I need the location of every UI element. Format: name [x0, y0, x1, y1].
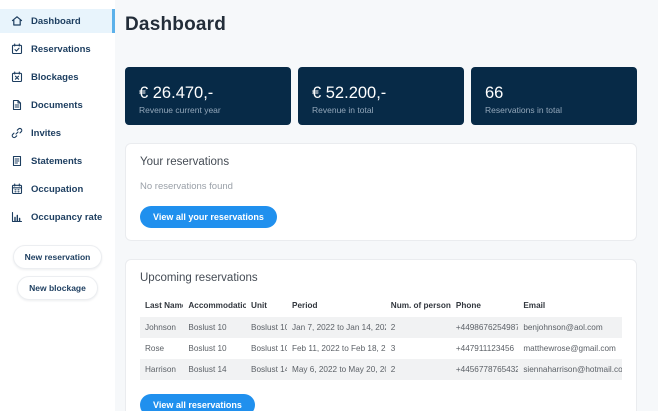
sidebar-item-reservations[interactable]: Reservations: [0, 37, 115, 61]
table-cell: Boslust 14: [246, 359, 287, 380]
stat-card-revenue-current-year: € 26.470,- Revenue current year: [125, 67, 291, 125]
new-blockage-button[interactable]: New blockage: [17, 276, 98, 300]
table-cell: Jan 7, 2022 to Jan 14, 2022: [287, 317, 386, 338]
table-cell: +4456778765432: [451, 359, 518, 380]
your-reservations-panel: Your reservations No reservations found …: [125, 143, 637, 241]
table-cell: Harrison: [140, 359, 183, 380]
your-reservations-title: Your reservations: [140, 156, 622, 168]
document-icon: [11, 99, 23, 111]
table-cell: Johnson: [140, 317, 183, 338]
view-all-reservations-button[interactable]: View all reservations: [140, 394, 255, 411]
stat-label: Reservations in total: [485, 105, 623, 115]
sidebar-item-label: Documents: [31, 100, 83, 111]
stat-value: € 52.200,-: [312, 84, 450, 102]
stat-value: € 26.470,-: [139, 84, 277, 102]
table-cell: matthewrose@gmail.com: [518, 338, 622, 359]
sidebar-item-label: Occupancy rate: [31, 212, 102, 223]
no-reservations-message: No reservations found: [140, 181, 622, 192]
sidebar-item-label: Statements: [31, 156, 82, 167]
sidebar-item-label: Invites: [31, 128, 61, 139]
sidebar-quick-actions: New reservation New blockage: [0, 245, 115, 300]
upcoming-reservations-title: Upcoming reservations: [140, 272, 622, 284]
sidebar-item-label: Occupation: [31, 184, 83, 195]
statement-icon: [11, 155, 23, 167]
sidebar-item-label: Blockages: [31, 72, 79, 83]
main-content: Dashboard € 26.470,- Revenue current yea…: [115, 0, 658, 411]
table-cell: Boslust 10: [183, 317, 246, 338]
column-header-last-name: Last Name: [140, 296, 183, 317]
link-icon: [11, 127, 23, 139]
sidebar-item-blockages[interactable]: Blockages: [0, 65, 115, 89]
table-cell: Boslust 14: [183, 359, 246, 380]
table-cell: +447911123456: [451, 338, 518, 359]
sidebar-item-dashboard[interactable]: Dashboard: [0, 9, 115, 33]
calendar-x-icon: [11, 71, 23, 83]
table-cell: siennaharrison@hotmail.com: [518, 359, 622, 380]
calendar-icon: [11, 183, 23, 195]
table-cell: Boslust 10: [246, 317, 287, 338]
table-cell: +4498676254987: [451, 317, 518, 338]
stat-label: Revenue current year: [139, 105, 277, 115]
table-row[interactable]: HarrisonBoslust 14Boslust 14May 6, 2022 …: [140, 359, 622, 380]
table-body: JohnsonBoslust 10Boslust 10Jan 7, 2022 t…: [140, 317, 622, 380]
table-cell: 2: [386, 317, 451, 338]
table-cell: benjohnson@aol.com: [518, 317, 622, 338]
sidebar-item-statements[interactable]: Statements: [0, 149, 115, 173]
sidebar-item-documents[interactable]: Documents: [0, 93, 115, 117]
upcoming-reservations-table: Last Name Accommodation Unit Period Num.…: [140, 296, 622, 380]
column-header-phone: Phone: [451, 296, 518, 317]
column-header-num-persons: Num. of persons: [386, 296, 451, 317]
column-header-unit: Unit: [246, 296, 287, 317]
sidebar-item-label: Reservations: [31, 44, 91, 55]
stats-row: € 26.470,- Revenue current year € 52.200…: [125, 67, 637, 125]
new-reservation-button[interactable]: New reservation: [13, 245, 103, 269]
table-cell: May 6, 2022 to May 20, 2022: [287, 359, 386, 380]
sidebar-item-occupancy-rate[interactable]: Occupancy rate: [0, 205, 115, 229]
stat-label: Revenue in total: [312, 105, 450, 115]
view-all-your-reservations-button[interactable]: View all your reservations: [140, 206, 277, 228]
table-cell: Boslust 10: [246, 338, 287, 359]
bar-chart-icon: [11, 211, 23, 223]
table-cell: Feb 11, 2022 to Feb 18, 2022: [287, 338, 386, 359]
sidebar-item-label: Dashboard: [31, 16, 81, 27]
home-icon: [11, 15, 23, 27]
calendar-check-icon: [11, 43, 23, 55]
stat-card-revenue-total: € 52.200,- Revenue in total: [298, 67, 464, 125]
sidebar-item-occupation[interactable]: Occupation: [0, 177, 115, 201]
stat-card-reservations-total: 66 Reservations in total: [471, 67, 637, 125]
table-header-row: Last Name Accommodation Unit Period Num.…: [140, 296, 622, 317]
column-header-accommodation: Accommodation: [183, 296, 246, 317]
stat-value: 66: [485, 84, 623, 102]
page-title: Dashboard: [125, 14, 637, 36]
table-cell: Boslust 10: [183, 338, 246, 359]
table-row[interactable]: JohnsonBoslust 10Boslust 10Jan 7, 2022 t…: [140, 317, 622, 338]
upcoming-reservations-panel: Upcoming reservations Last Name Accommod…: [125, 259, 637, 411]
column-header-email: Email: [518, 296, 622, 317]
column-header-period: Period: [287, 296, 386, 317]
table-row[interactable]: RoseBoslust 10Boslust 10Feb 11, 2022 to …: [140, 338, 622, 359]
table-cell: Rose: [140, 338, 183, 359]
sidebar: Dashboard Reservations Blockages Documen…: [0, 0, 115, 411]
table-cell: 3: [386, 338, 451, 359]
table-cell: 2: [386, 359, 451, 380]
sidebar-item-invites[interactable]: Invites: [0, 121, 115, 145]
